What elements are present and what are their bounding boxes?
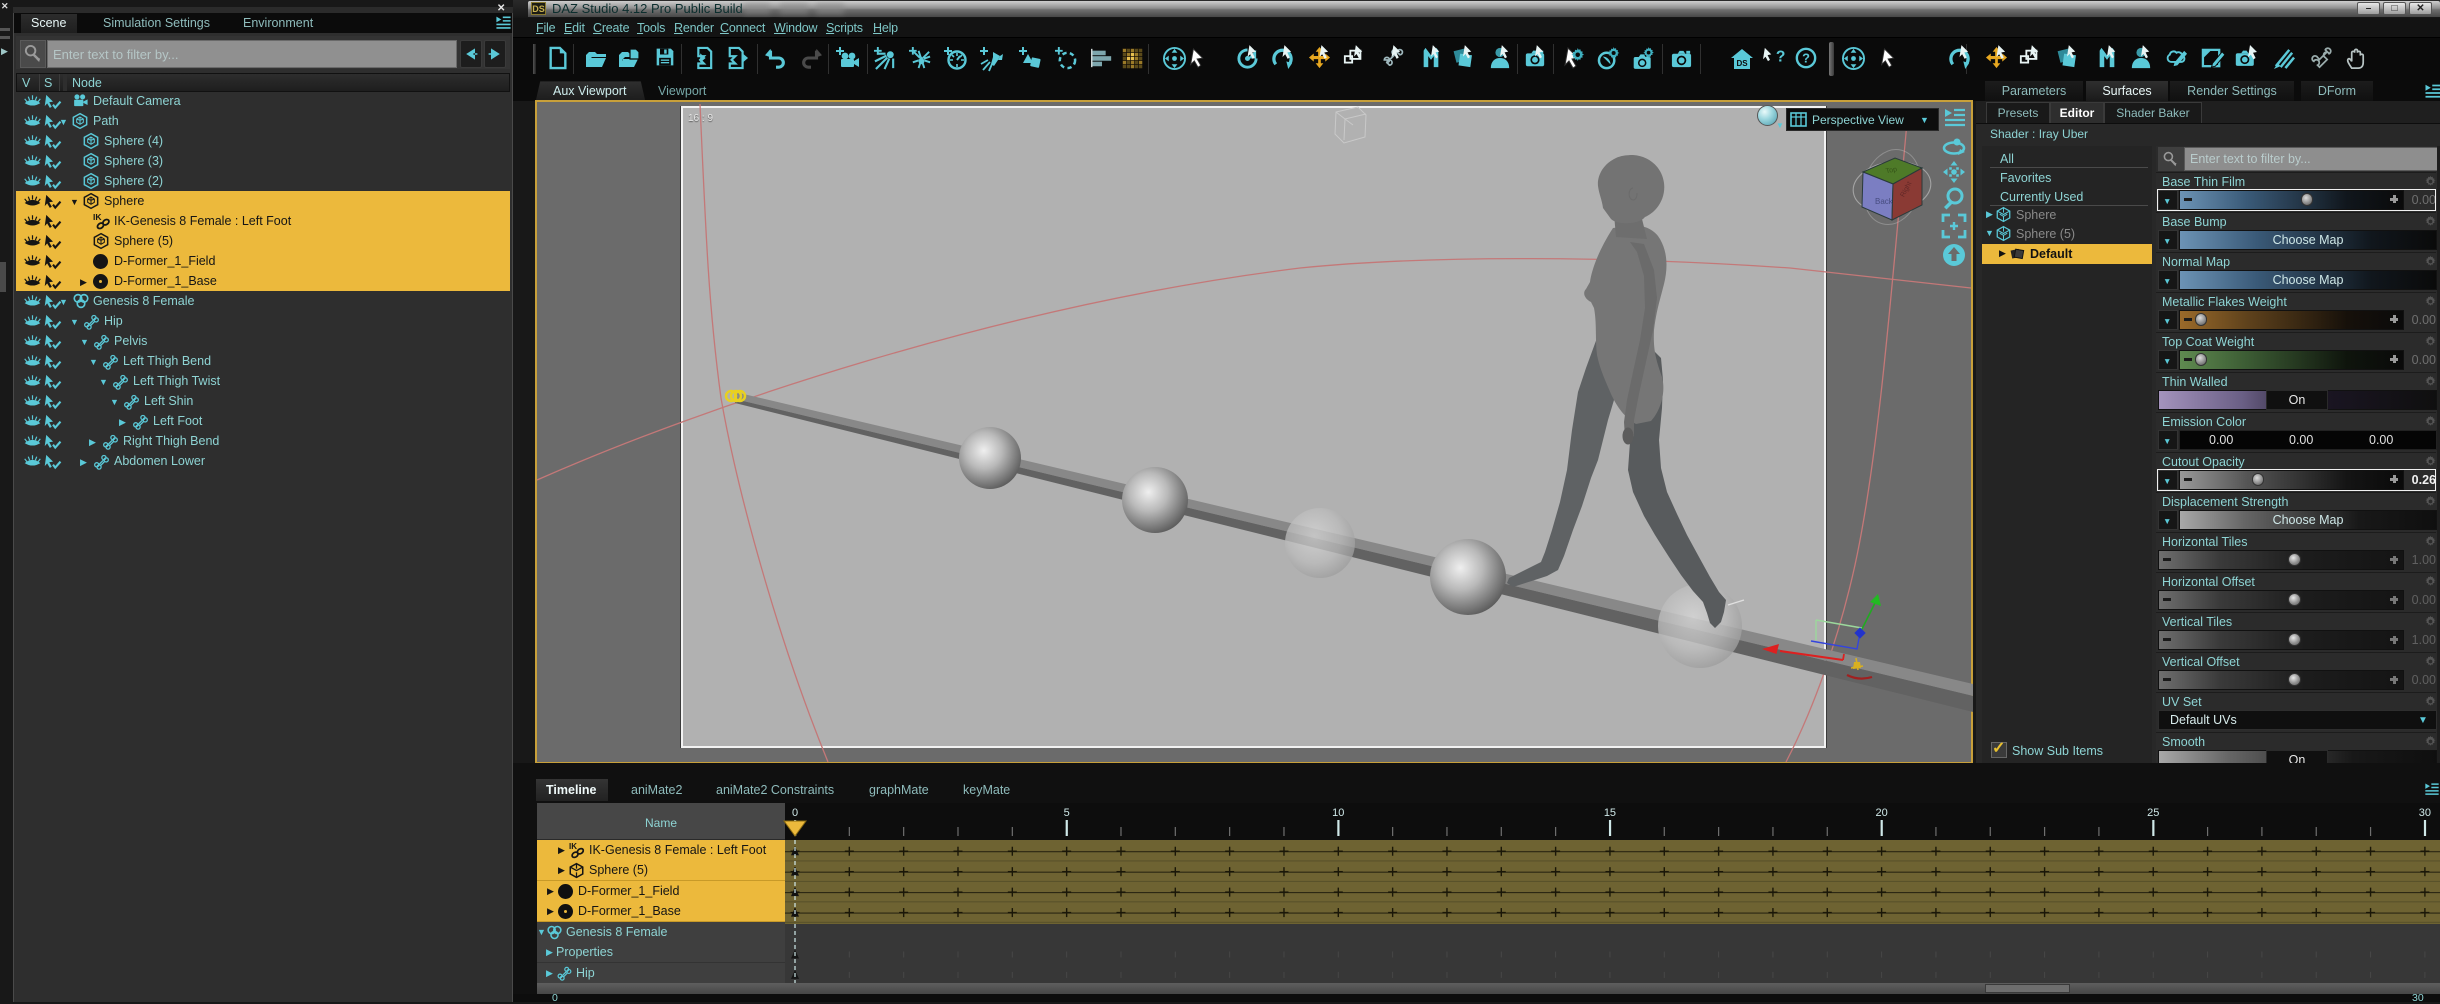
svg-text:10: 10	[1332, 807, 1344, 819]
svg-text:20: 20	[1875, 807, 1887, 819]
svg-text:5: 5	[1064, 807, 1070, 819]
svg-text:25: 25	[2147, 807, 2159, 819]
svg-text:Back: Back	[1875, 197, 1894, 206]
svg-text:0: 0	[792, 807, 798, 819]
svg-text:15: 15	[1604, 807, 1616, 819]
svg-text:30: 30	[2419, 807, 2431, 819]
